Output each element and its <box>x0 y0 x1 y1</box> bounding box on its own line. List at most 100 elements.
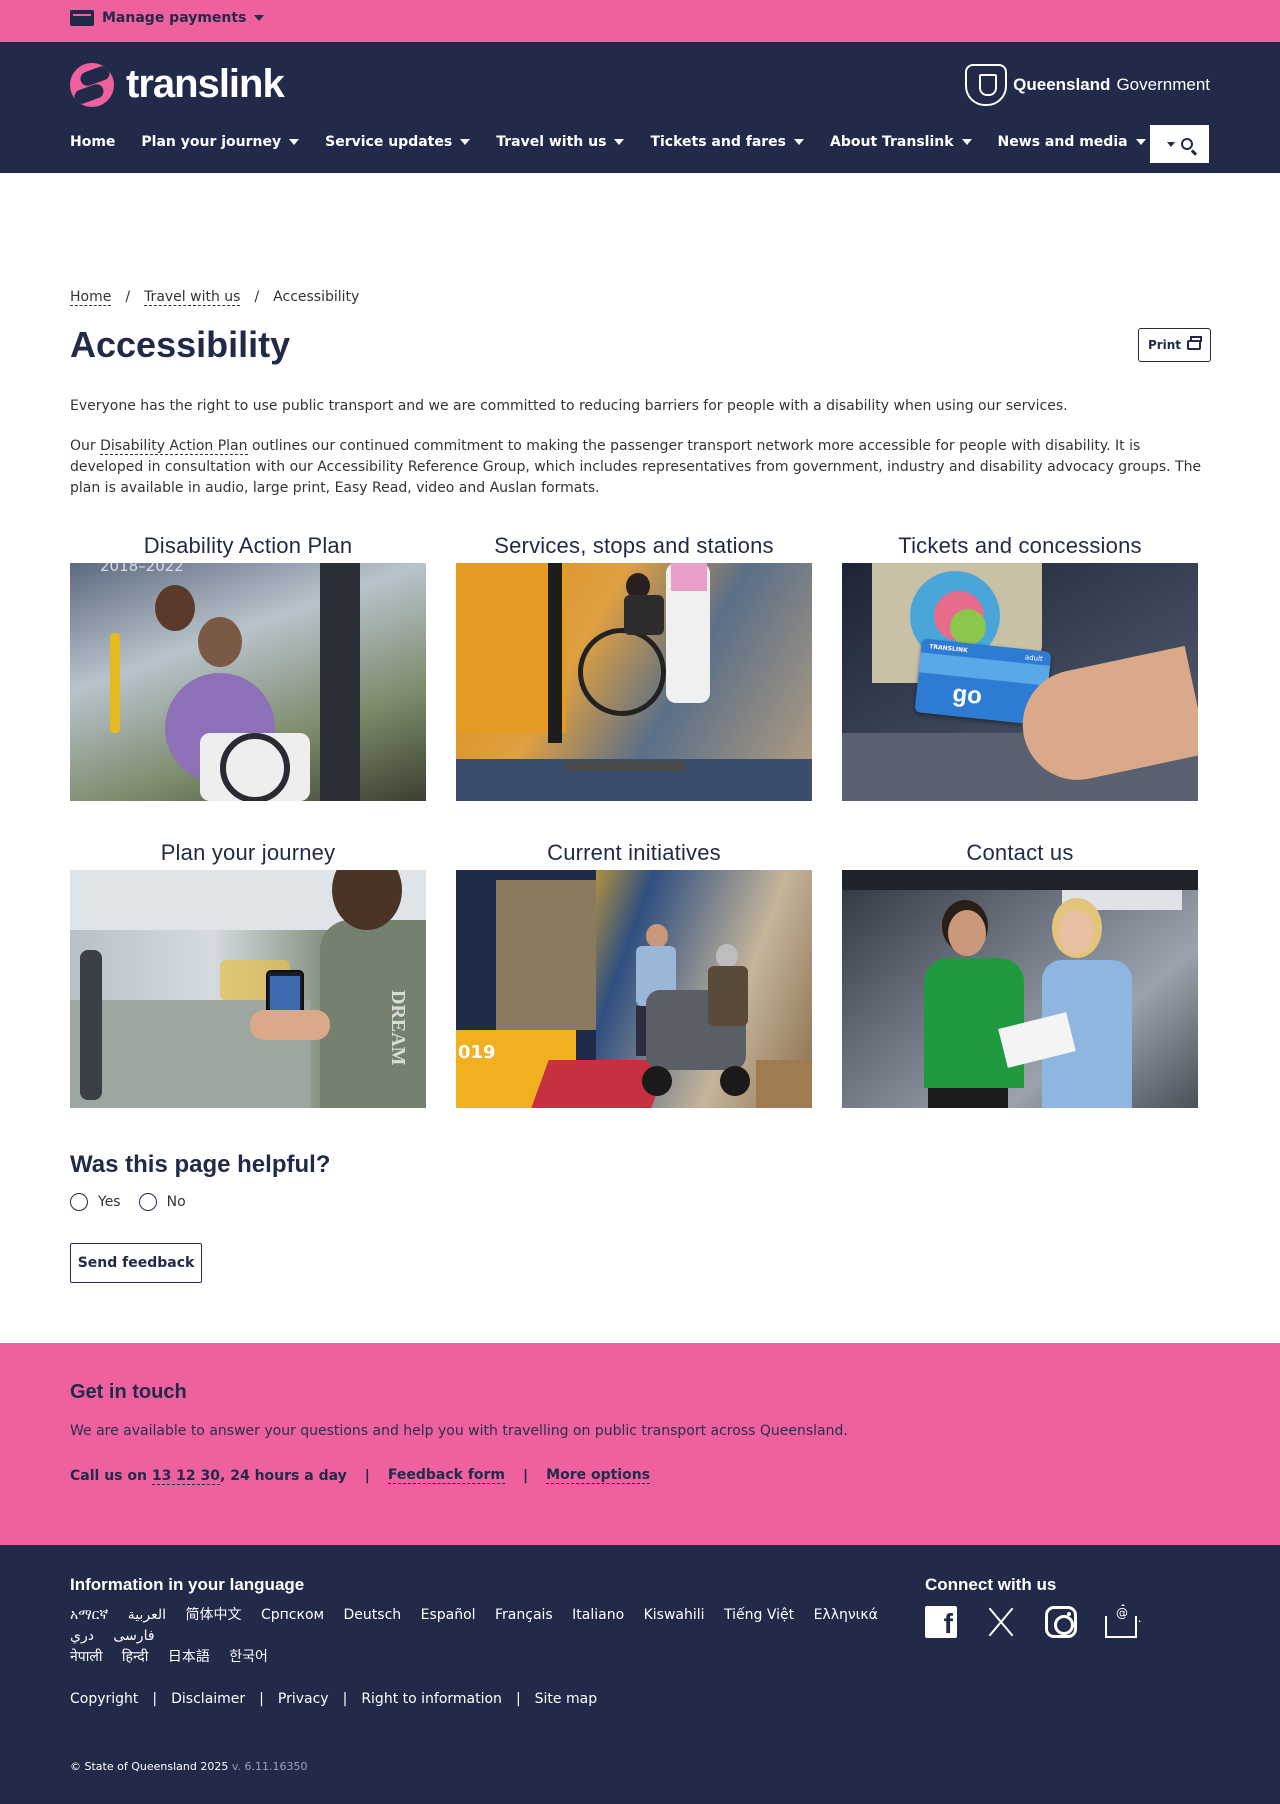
x-twitter-icon[interactable] <box>985 1606 1017 1638</box>
footer-separator: | <box>259 1691 264 1707</box>
feedback-form-link[interactable]: Feedback form <box>387 1467 506 1484</box>
breadcrumb-home[interactable]: Home <box>70 289 112 306</box>
print-button[interactable]: Print <box>1138 328 1211 362</box>
caret-down-icon <box>1135 139 1146 145</box>
caret-down-icon <box>254 15 265 21</box>
footer-link-sitemap[interactable]: Site map <box>535 1691 597 1707</box>
footer-separator: | <box>342 1691 348 1707</box>
printer-icon <box>1187 336 1203 350</box>
go-card-brand: TRANSLINK <box>929 643 968 655</box>
language-link[interactable]: دري <box>70 1626 94 1647</box>
get-in-touch-title: Get in touch <box>70 1381 187 1403</box>
get-in-touch-section: Get in touch We are available to answer … <box>0 1343 1280 1545</box>
card-icon <box>70 10 94 26</box>
language-link[interactable]: Tiếng Việt <box>724 1605 794 1626</box>
nav-home[interactable]: Home <box>70 134 115 150</box>
tile-services-stops-stations[interactable]: Services, stops and stations <box>456 529 812 801</box>
radio-no-circle[interactable] <box>138 1193 157 1211</box>
footer-link-copyright[interactable]: Copyright <box>70 1691 138 1707</box>
breadcrumb-separator: / <box>125 289 131 305</box>
footer-links: Copyright | Disclaimer | Privacy | Right… <box>70 1691 597 1707</box>
tile-disability-action-plan[interactable]: Disability Action Plan 2018–2022 <box>70 529 426 801</box>
send-feedback-button[interactable]: Send feedback <box>70 1243 202 1283</box>
language-link[interactable]: Español <box>421 1605 476 1626</box>
nav-travel-with-us[interactable]: Travel with us <box>496 134 625 150</box>
language-link[interactable]: Ελληνικά <box>814 1605 878 1626</box>
footer-link-rti[interactable]: Right to information <box>361 1691 502 1707</box>
intro-paragraph-1: Everyone has the right to use public tra… <box>70 398 1068 414</box>
more-options-link[interactable]: More options <box>546 1467 651 1484</box>
caret-down-icon <box>289 139 300 145</box>
copyright-label: © State of Queensland 2025 <box>70 1760 229 1773</box>
contact-separator: | <box>523 1467 529 1484</box>
language-link[interactable]: 简体中文 <box>186 1605 242 1626</box>
site-footer: Information in your language አማርኛ العربي… <box>0 1545 1280 1804</box>
nav-about-label: About Translink <box>830 134 954 150</box>
tile-image-overlay-text: 2018–2022 <box>100 563 184 575</box>
manage-payments-label: Manage payments <box>102 10 247 26</box>
language-link[interactable]: Kiswahili <box>644 1605 705 1626</box>
nav-tickets-fares[interactable]: Tickets and fares <box>650 134 804 150</box>
language-list: አማርኛ العربية 简体中文 Српском Deutsch Españo… <box>70 1605 900 1668</box>
phone-link[interactable]: 13 12 30 <box>151 1467 221 1485</box>
helpful-radio-group: Yes No <box>70 1193 194 1211</box>
social-links <box>925 1606 1137 1640</box>
language-link[interactable]: 日本語 <box>168 1647 210 1668</box>
tile-title: Disability Action Plan <box>143 533 353 558</box>
tile-image-scooter-bus: 019 <box>456 870 812 1108</box>
radio-no[interactable]: No <box>138 1193 186 1211</box>
print-label: Print <box>1147 338 1182 352</box>
instagram-icon[interactable] <box>1045 1606 1077 1638</box>
language-link[interactable]: 한국어 <box>229 1647 268 1668</box>
footer-link-disclaimer[interactable]: Disclaimer <box>171 1691 245 1707</box>
language-link[interactable]: Српском <box>261 1605 324 1626</box>
disability-action-plan-link[interactable]: Disability Action Plan <box>100 438 248 455</box>
footer-link-privacy[interactable]: Privacy <box>278 1691 329 1707</box>
intro2-pre: Our <box>70 438 101 454</box>
radio-no-label: No <box>166 1194 186 1210</box>
caret-down-icon <box>460 139 471 145</box>
tile-contact-us[interactable]: Contact us <box>842 836 1198 1108</box>
email-subscribe-icon[interactable] <box>1105 1606 1137 1638</box>
utility-bar: Manage payments <box>0 0 1280 42</box>
queensland-government-logo[interactable]: Queensland Government <box>965 64 1210 106</box>
translink-logo[interactable]: translink <box>70 62 285 107</box>
page-title: Accessibility <box>70 324 291 365</box>
nav-travel-with-us-label: Travel with us <box>496 134 607 150</box>
radio-yes[interactable]: Yes <box>70 1193 121 1211</box>
tile-title: Tickets and concessions <box>898 533 1142 558</box>
language-link[interactable]: العربية <box>128 1605 166 1626</box>
language-link[interactable]: Français <box>495 1605 553 1626</box>
radio-yes-circle[interactable] <box>70 1193 88 1211</box>
language-link[interactable]: አማርኛ <box>70 1605 108 1626</box>
tile-tickets-concessions[interactable]: Tickets and concessions TRANSLINK adult … <box>842 529 1198 801</box>
nav-plan-journey[interactable]: Plan your journey <box>141 134 300 150</box>
facebook-icon[interactable] <box>925 1606 957 1640</box>
language-link[interactable]: فارسی <box>113 1626 154 1647</box>
call-pre: Call us on <box>70 1467 152 1484</box>
nav-about[interactable]: About Translink <box>830 134 972 150</box>
language-link[interactable]: Italiano <box>572 1605 624 1626</box>
breadcrumb-travel-with-us[interactable]: Travel with us <box>144 289 241 306</box>
language-title: Information in your language <box>70 1575 305 1594</box>
tile-title: Plan your journey <box>160 840 336 865</box>
nav-news-media-label: News and media <box>997 134 1128 150</box>
footer-separator: | <box>515 1691 521 1707</box>
nav-tickets-fares-label: Tickets and fares <box>650 134 786 150</box>
nav-news-media[interactable]: News and media <box>998 134 1146 150</box>
caret-down-icon <box>1166 141 1175 147</box>
search-icon <box>1180 138 1193 150</box>
tile-title: Current initiatives <box>547 840 721 865</box>
language-link[interactable]: Deutsch <box>344 1605 402 1626</box>
tile-plan-your-journey[interactable]: Plan your journey DREAM <box>70 836 426 1108</box>
language-link[interactable]: हिन्दी <box>122 1647 148 1668</box>
version-label: v. 6.11.16350 <box>228 1760 308 1773</box>
search-button[interactable] <box>1150 125 1209 163</box>
language-link[interactable]: नेपाली <box>70 1647 102 1668</box>
tile-title: Services, stops and stations <box>494 533 774 558</box>
manage-payments-menu[interactable]: Manage payments <box>70 10 265 26</box>
nav-service-updates[interactable]: Service updates <box>325 134 471 150</box>
tile-current-initiatives[interactable]: Current initiatives 019 <box>456 836 812 1108</box>
tile-image-phone-journey: DREAM <box>70 870 426 1108</box>
caret-down-icon <box>961 139 972 145</box>
